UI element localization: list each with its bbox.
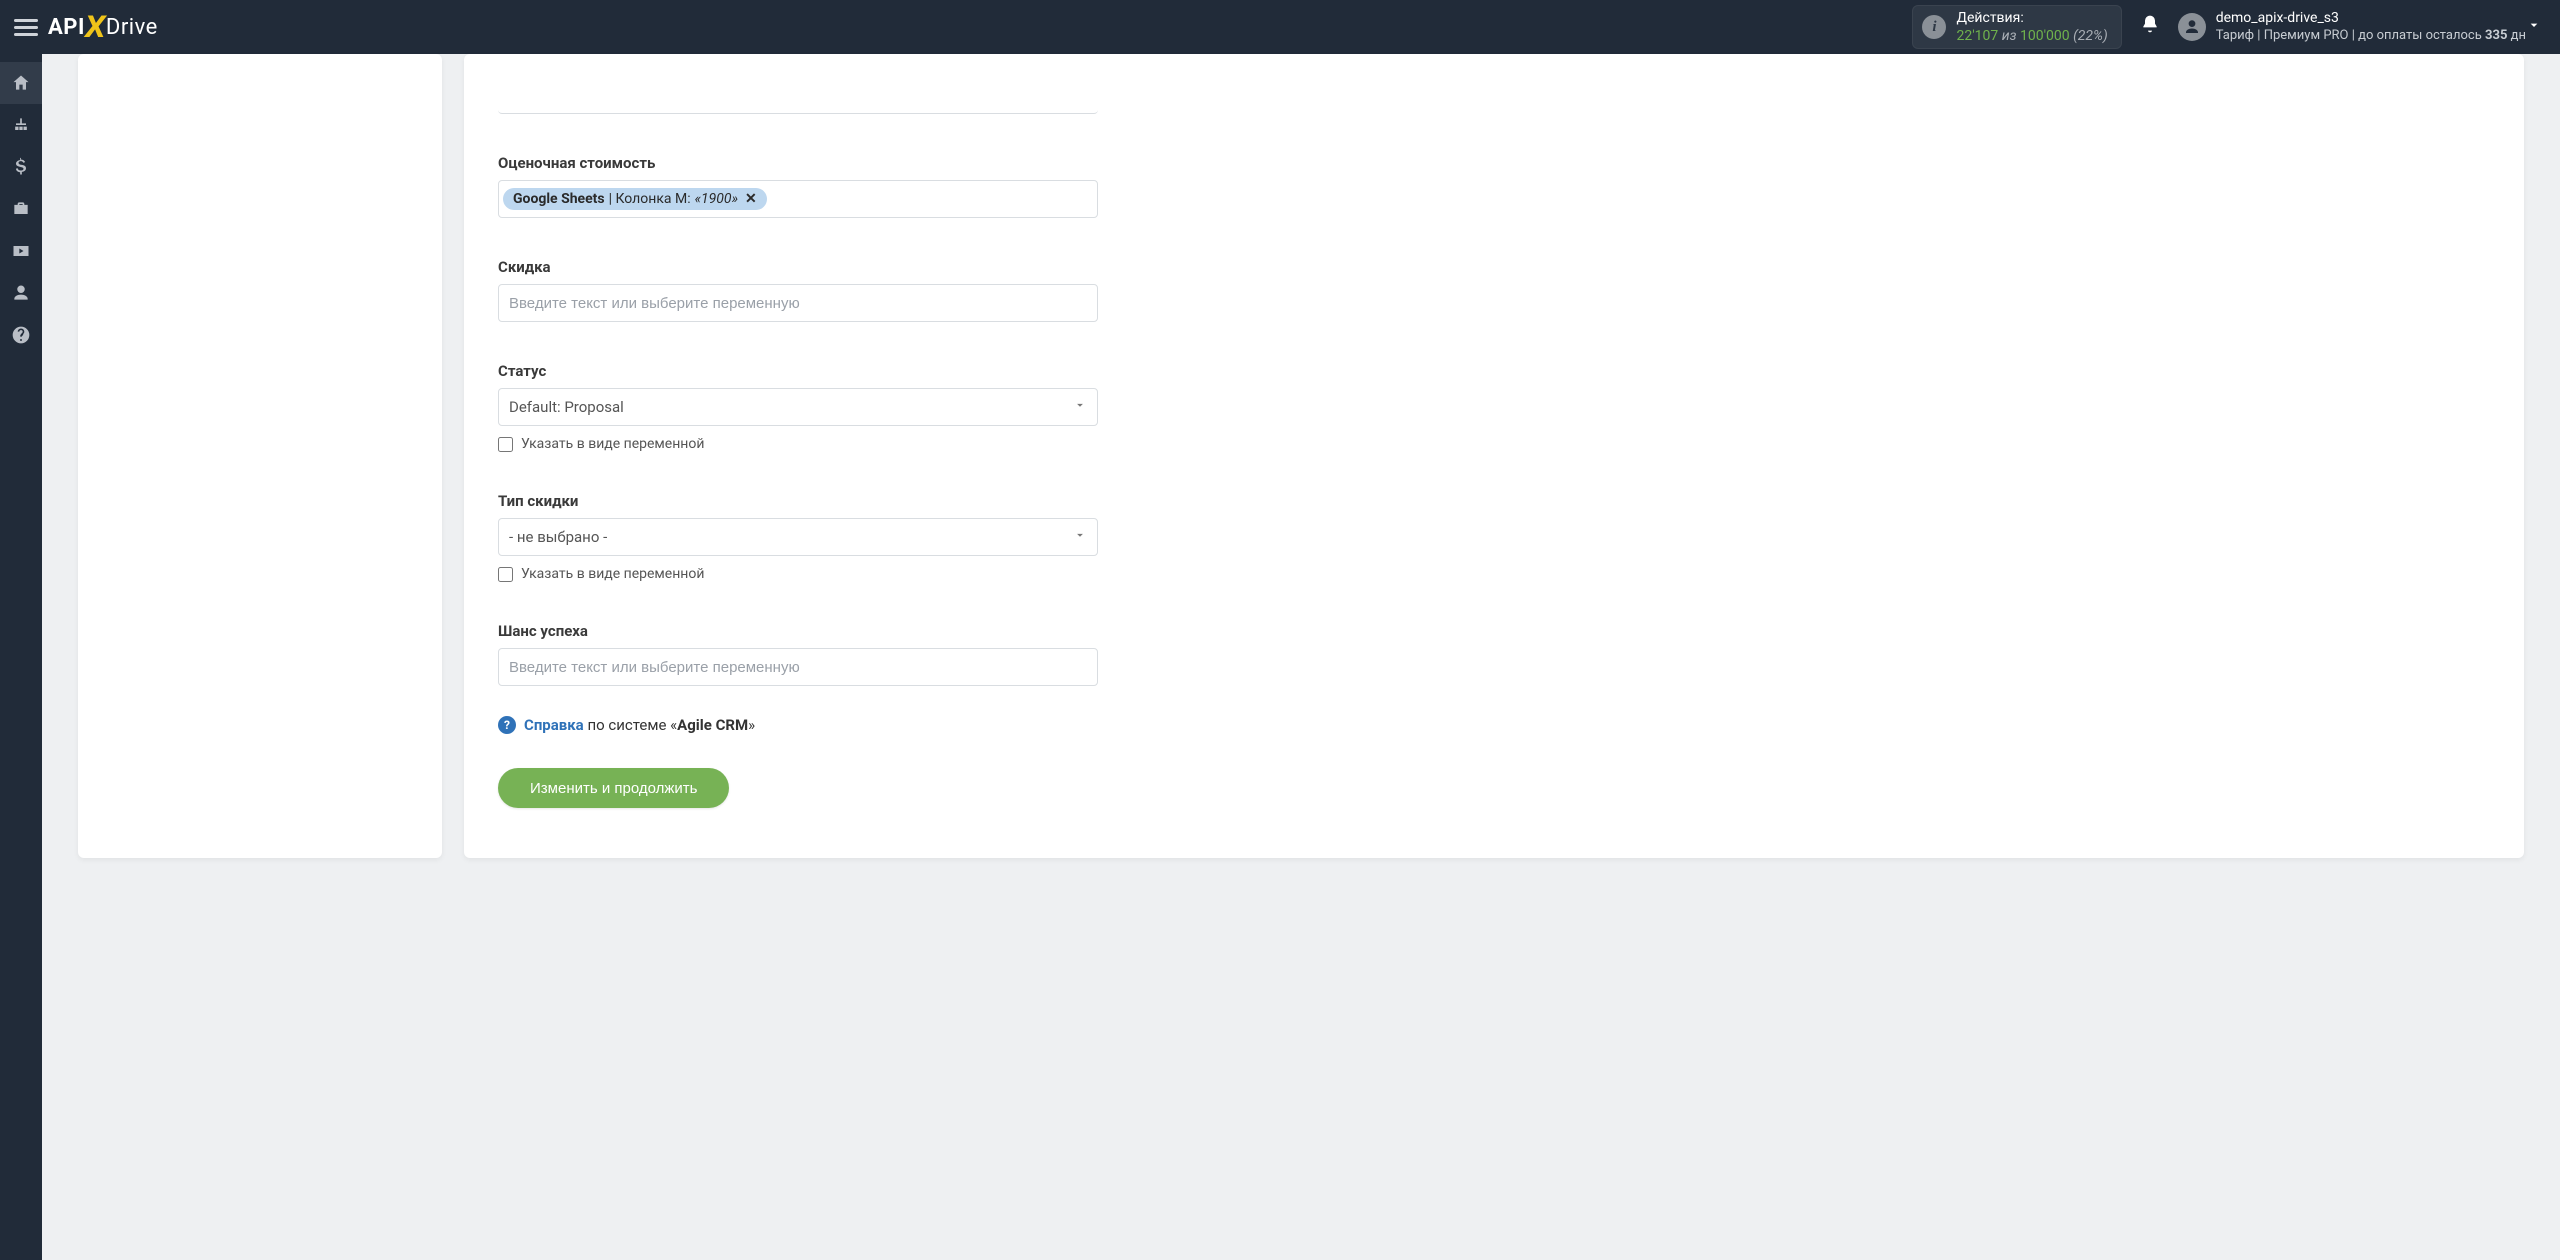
avatar-icon[interactable] — [2178, 13, 2206, 41]
actions-value: 22'107 из 100'000 (22%) — [1956, 27, 2107, 45]
chevron-down-icon[interactable] — [2526, 17, 2542, 37]
label-status: Статус — [498, 362, 2490, 380]
select-discount-type[interactable]: - не выбрано - — [498, 518, 1098, 556]
chevron-down-icon — [1073, 528, 1087, 546]
label-discount-type: Тип скидки — [498, 492, 2490, 510]
checkbox-status-variable[interactable]: Указать в виде переменной — [498, 436, 2490, 452]
header: APIXDrive i Действия: 22'107 из 100'000 … — [0, 0, 2560, 54]
sidebar-home[interactable] — [0, 62, 42, 104]
input-estimated-cost[interactable]: Google Sheets | Колонка M: «1900»✕ — [498, 180, 1098, 218]
sidebar-account[interactable] — [0, 272, 42, 314]
tag-google-sheets[interactable]: Google Sheets | Колонка M: «1900»✕ — [503, 188, 767, 210]
help-link[interactable]: Справка — [524, 716, 584, 734]
logo-x: X — [85, 10, 106, 45]
bell-icon[interactable] — [2140, 14, 2160, 40]
left-panel — [78, 54, 442, 858]
input-discount-field[interactable] — [509, 295, 1087, 312]
input-success-chance[interactable] — [498, 648, 1098, 686]
input-discount[interactable] — [498, 284, 1098, 322]
user-name: demo_apix-drive_s3 — [2216, 9, 2526, 27]
logo[interactable]: APIXDrive — [48, 10, 158, 45]
sidebar-video[interactable] — [0, 230, 42, 272]
help-row: ? Справка по системе «Agile CRM» — [498, 716, 2490, 734]
chevron-down-icon — [1073, 398, 1087, 416]
label-success-chance: Шанс успеха — [498, 622, 2490, 640]
help-icon: ? — [498, 716, 516, 734]
tag-remove-icon[interactable]: ✕ — [745, 191, 757, 207]
help-system: Agile CRM — [677, 716, 748, 734]
select-status[interactable]: Default: Proposal — [498, 388, 1098, 426]
select-discount-type-value: - не выбрано - — [509, 528, 607, 546]
sidebar-billing[interactable] — [0, 146, 42, 188]
label-estimated-cost: Оценочная стоимость — [498, 154, 2490, 172]
user-block[interactable]: demo_apix-drive_s3 Тариф | Премиум PRO |… — [2216, 9, 2526, 44]
actions-counter[interactable]: i Действия: 22'107 из 100'000 (22%) — [1912, 5, 2121, 49]
input-success-chance-field[interactable] — [509, 659, 1087, 676]
menu-toggle[interactable] — [14, 19, 38, 36]
user-subline: Тариф | Премиум PRO | до оплаты осталось… — [2216, 28, 2526, 45]
form-panel: Оценочная стоимость Google Sheets | Коло… — [464, 54, 2524, 858]
logo-api: API — [48, 15, 85, 40]
label-discount: Скидка — [498, 258, 2490, 276]
checkbox-discount-type-variable-input[interactable] — [498, 567, 513, 582]
sidebar — [0, 54, 42, 1260]
checkbox-discount-type-variable[interactable]: Указать в виде переменной — [498, 566, 2490, 582]
select-status-value: Default: Proposal — [509, 398, 624, 416]
logo-drive: Drive — [106, 15, 158, 40]
sidebar-work[interactable] — [0, 188, 42, 230]
submit-button[interactable]: Изменить и продолжить — [498, 768, 729, 808]
checkbox-status-variable-input[interactable] — [498, 437, 513, 452]
sidebar-integrations[interactable] — [0, 104, 42, 146]
info-icon: i — [1922, 15, 1946, 39]
previous-field-cut[interactable] — [498, 54, 1098, 114]
actions-label: Действия: — [1956, 9, 2107, 27]
sidebar-help[interactable] — [0, 314, 42, 356]
